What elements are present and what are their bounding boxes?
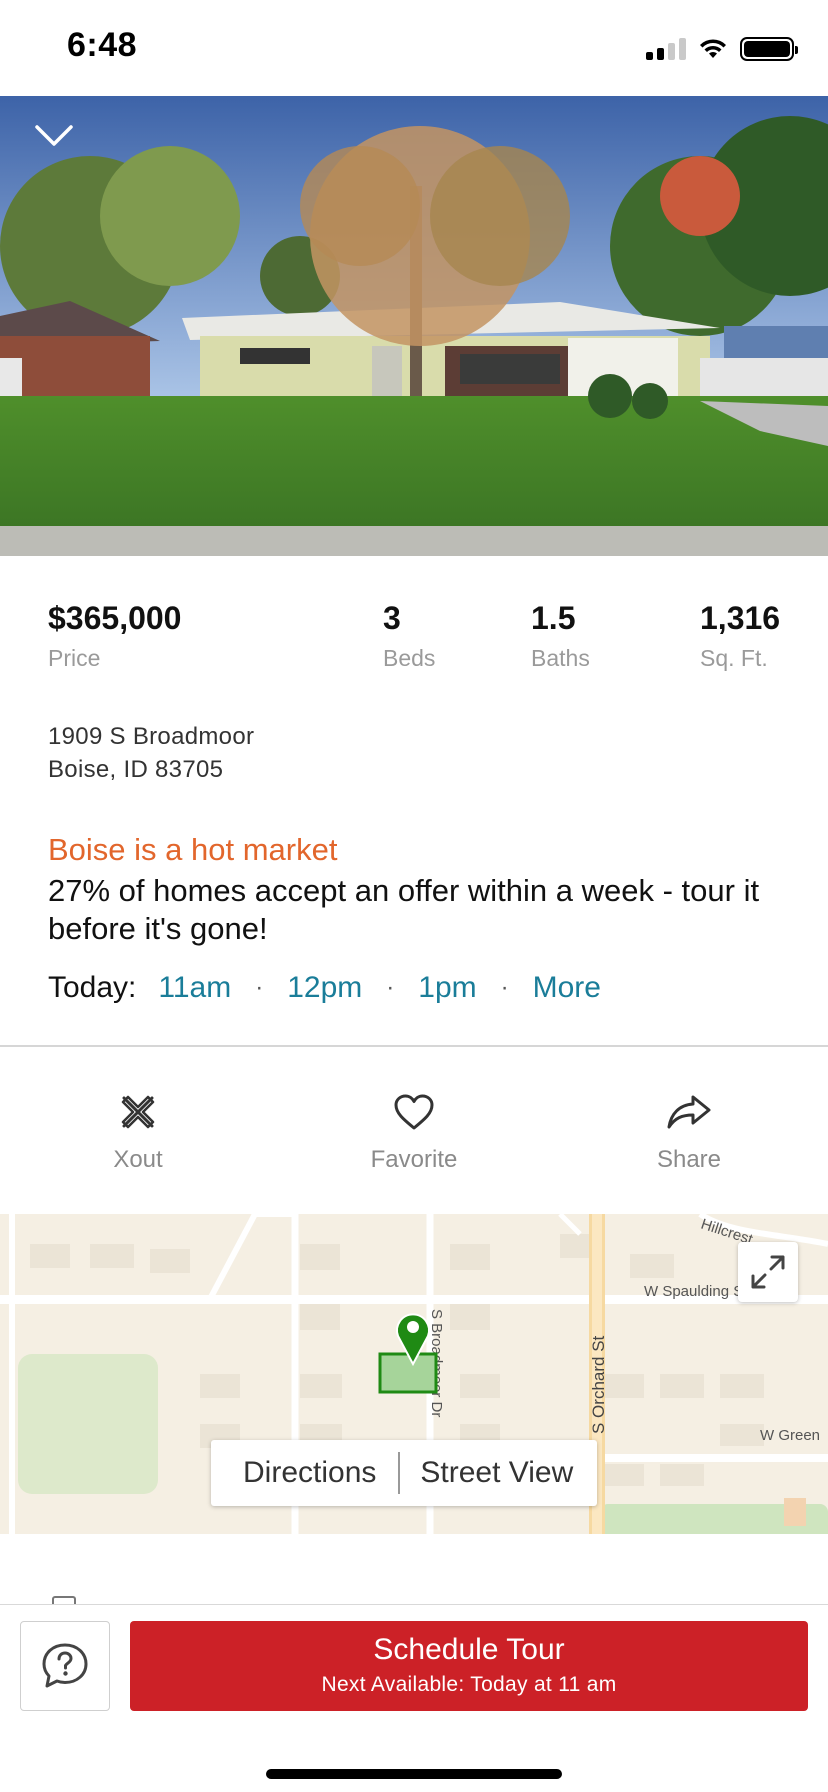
- schedule-tour-button[interactable]: Schedule Tour Next Available: Today at 1…: [130, 1621, 808, 1711]
- price-label: Price: [48, 645, 101, 671]
- help-chat-button[interactable]: [20, 1621, 110, 1711]
- more-times-link[interactable]: More: [533, 971, 601, 1005]
- status-bar: 6:48: [0, 0, 828, 96]
- expand-arrows-icon: [751, 1255, 785, 1289]
- today-label: Today:: [48, 971, 137, 1004]
- share-label: Share: [656, 1146, 722, 1173]
- beds-label: Beds: [383, 645, 436, 671]
- favorite-button[interactable]: Favorite: [334, 1090, 494, 1174]
- beds-value: 3: [383, 600, 401, 636]
- chevron-down-icon: [35, 125, 73, 146]
- hot-market-title: Boise is a hot market: [48, 832, 338, 867]
- street-label-orchard: S Orchard St: [589, 1335, 608, 1434]
- tour-times: Today: 11am · 12pm · 1pm · More: [48, 968, 601, 1008]
- listing-photo[interactable]: [0, 96, 828, 556]
- wifi-icon: [700, 39, 726, 58]
- map-button-group: Directions Street View: [211, 1440, 598, 1506]
- separator-dot: ·: [386, 974, 395, 1001]
- next-section-peek: [0, 1534, 828, 1606]
- address: 1909 S Broadmoor Boise, ID 83705: [48, 720, 254, 786]
- action-bar: Xout Favorite Share: [0, 1090, 828, 1180]
- house-photo-illustration: [0, 96, 828, 556]
- parcel-outline: [378, 1352, 438, 1394]
- street-label-green: W Green: [760, 1427, 820, 1444]
- heart-icon: [394, 1094, 434, 1130]
- sqft-label: Sq. Ft.: [700, 645, 768, 671]
- favorite-label: Favorite: [370, 1146, 458, 1173]
- sqft-value: 1,316: [700, 600, 781, 636]
- price-stat: $365,000 Price: [48, 600, 181, 672]
- question-bubble-icon: [42, 1643, 88, 1688]
- xout-button[interactable]: Xout: [58, 1090, 218, 1174]
- cellular-signal-icon: [646, 38, 686, 60]
- expand-map-button[interactable]: [738, 1242, 798, 1302]
- xout-icon: [121, 1095, 155, 1129]
- divider: [0, 1045, 828, 1047]
- bottom-action-bar: Schedule Tour Next Available: Today at 1…: [0, 1604, 828, 1792]
- schedule-tour-subtitle: Next Available: Today at 11 am: [321, 1673, 617, 1696]
- street-view-button[interactable]: Street View: [400, 1440, 597, 1506]
- separator-dot: ·: [255, 974, 264, 1001]
- collapse-chevron-button[interactable]: [30, 116, 78, 156]
- status-time: 6:48: [67, 26, 138, 64]
- address-city: Boise, ID 83705: [48, 756, 224, 783]
- directions-button[interactable]: Directions: [211, 1440, 398, 1506]
- baths-value: 1.5: [531, 600, 576, 636]
- separator-dot: ·: [500, 974, 509, 1001]
- beds-stat: 3 Beds: [383, 600, 435, 672]
- baths-stat: 1.5 Baths: [531, 600, 590, 672]
- price-value: $365,000: [48, 600, 182, 636]
- address-street: 1909 S Broadmoor: [48, 723, 255, 750]
- status-icons: [646, 36, 798, 62]
- share-icon: [667, 1095, 711, 1129]
- home-indicator: [266, 1769, 562, 1779]
- hot-market-body: 27% of homes accept an offer within a we…: [48, 873, 760, 946]
- sqft-stat: 1,316 Sq. Ft.: [700, 600, 780, 672]
- tour-slot-11am[interactable]: 11am: [158, 971, 231, 1005]
- tour-slot-12pm[interactable]: 12pm: [287, 971, 362, 1005]
- share-button[interactable]: Share: [609, 1090, 769, 1174]
- baths-label: Baths: [531, 645, 590, 671]
- schedule-tour-title: Schedule Tour: [373, 1633, 565, 1666]
- street-label-spaulding: W Spaulding St: [644, 1283, 748, 1300]
- battery-icon: [740, 37, 798, 61]
- xout-label: Xout: [113, 1146, 163, 1173]
- listing-stats: $365,000 Price 3 Beds 1.5 Baths 1,316 Sq…: [0, 600, 828, 680]
- tour-slot-1pm[interactable]: 1pm: [418, 971, 476, 1005]
- location-map[interactable]: Hillcrest W Spaulding St S Orchard St S …: [0, 1214, 828, 1534]
